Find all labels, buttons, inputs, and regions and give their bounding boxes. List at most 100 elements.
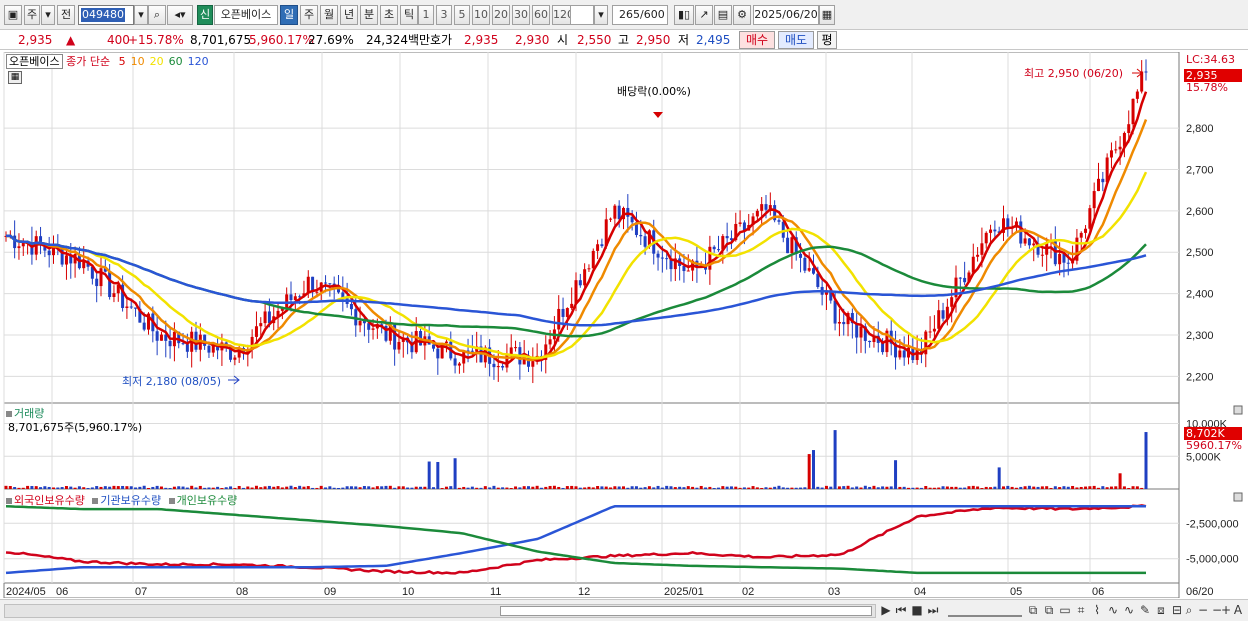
volume-bar bbox=[1097, 487, 1100, 489]
chevron-down-icon[interactable]: ▾ bbox=[41, 5, 55, 25]
interval-button-3[interactable]: 3 bbox=[436, 5, 452, 25]
candle-body bbox=[470, 350, 474, 352]
magnifier-icon[interactable]: ⌕ bbox=[1182, 603, 1196, 619]
buy-button[interactable]: 매수 bbox=[739, 31, 775, 49]
candle-body bbox=[1109, 150, 1113, 158]
new-badge[interactable]: 신 bbox=[197, 5, 213, 25]
volume-bar bbox=[90, 487, 94, 489]
volume-bar bbox=[850, 487, 854, 489]
zoom-out-icon[interactable]: − bbox=[1196, 603, 1210, 619]
price-panel-name[interactable]: 오픈베이스 bbox=[6, 54, 63, 69]
volume-bar bbox=[198, 485, 202, 489]
volume-bar bbox=[151, 486, 155, 489]
tool-icon-7[interactable]: ∿ bbox=[1122, 603, 1136, 619]
draw-icon[interactable]: ↗ bbox=[695, 5, 713, 25]
volume-bar bbox=[902, 486, 906, 489]
candle-body bbox=[289, 294, 293, 300]
sell-button[interactable]: 매도 bbox=[778, 31, 814, 49]
volume-bar bbox=[695, 487, 699, 489]
volume-bar bbox=[1071, 485, 1075, 489]
volume-bar bbox=[1114, 486, 1118, 489]
tool-icon-5[interactable]: ⌇ bbox=[1090, 603, 1104, 619]
tool-icon-8[interactable]: ✎ bbox=[1138, 603, 1152, 619]
tool-icon-4[interactable]: ⌗ bbox=[1074, 603, 1088, 619]
volume-bar bbox=[989, 487, 993, 489]
eval-button[interactable]: 평 bbox=[817, 31, 837, 49]
candle-body bbox=[799, 253, 803, 258]
search-icon[interactable]: ⌕ bbox=[148, 5, 166, 25]
candle-body bbox=[760, 204, 764, 211]
candle-body bbox=[984, 232, 988, 244]
period-tab-2[interactable]: 월 bbox=[320, 5, 338, 25]
volume-bar bbox=[570, 485, 574, 489]
window-icon[interactable]: ▣ bbox=[4, 5, 22, 25]
period-tab-5[interactable]: 초 bbox=[380, 5, 398, 25]
volume-bar bbox=[514, 486, 518, 489]
x-axis-label: 06 bbox=[56, 586, 68, 598]
candle-body bbox=[1144, 71, 1148, 73]
volume-bar bbox=[604, 486, 608, 489]
calendar-icon[interactable]: ▦ bbox=[819, 5, 835, 25]
interval-button-20[interactable]: 20 bbox=[492, 5, 510, 25]
zoom-slider[interactable] bbox=[948, 605, 1022, 617]
zoom-in-icon[interactable]: + bbox=[1220, 603, 1232, 619]
volume-bar bbox=[993, 486, 997, 489]
horizontal-scrollbar[interactable] bbox=[4, 604, 876, 618]
volume-bar bbox=[1075, 487, 1079, 489]
stock-chart[interactable]: 2,800 2,700 2,600 2,500 2,400 2,300 2,200 10,00… bbox=[0, 52, 1248, 598]
x-axis-frame bbox=[3, 582, 1180, 598]
quote-bar: 2,935 ▲ 400 +15.78% 8,701,675 5,960.17% … bbox=[0, 30, 1248, 50]
candle-body bbox=[803, 257, 807, 271]
candle-icon[interactable]: ▮▯ bbox=[674, 5, 694, 25]
tool-icon-1[interactable]: ⧉ bbox=[1026, 603, 1040, 619]
interval-button-60[interactable]: 60 bbox=[532, 5, 550, 25]
interval-button-1[interactable]: 1 bbox=[418, 5, 434, 25]
forward-icon[interactable]: ⏭ bbox=[926, 603, 940, 619]
speaker-icon[interactable]: ◂▾ bbox=[167, 5, 193, 25]
volume-bar bbox=[397, 486, 401, 489]
up-arrow-icon: ▲ bbox=[66, 33, 76, 47]
scroll-right-icon[interactable]: ▶ bbox=[880, 603, 892, 619]
volume-bar bbox=[414, 486, 418, 489]
volume-bar bbox=[963, 487, 967, 489]
tool-icon-2[interactable]: ⧉ bbox=[1042, 603, 1056, 619]
scrollbar-thumb[interactable] bbox=[500, 606, 872, 616]
table-icon[interactable]: ▦ bbox=[8, 71, 22, 84]
period-tab-0[interactable]: 일 bbox=[280, 5, 298, 25]
interval-button-10[interactable]: 10 bbox=[472, 5, 490, 25]
interval-button-30[interactable]: 30 bbox=[512, 5, 530, 25]
date-input[interactable]: 2025/06/20 bbox=[753, 5, 819, 25]
period-tab-6[interactable]: 틱 bbox=[400, 5, 418, 25]
market-select[interactable]: 주 bbox=[24, 5, 40, 25]
volume-bar bbox=[565, 486, 569, 489]
save-icon[interactable]: ▤ bbox=[714, 5, 732, 25]
period-tab-3[interactable]: 년 bbox=[340, 5, 358, 25]
tool-icon-9[interactable]: ⧈ bbox=[1154, 603, 1168, 619]
tool-icon-6[interactable]: ∿ bbox=[1106, 603, 1120, 619]
candle-body bbox=[64, 255, 68, 265]
stock-code-input[interactable]: 049480 bbox=[78, 5, 134, 25]
period-tab-4[interactable]: 분 bbox=[360, 5, 378, 25]
volume: 8,701,675 bbox=[190, 33, 252, 47]
interval-input[interactable] bbox=[570, 5, 594, 25]
font-size-icon[interactable]: A bbox=[1232, 603, 1244, 619]
volume-bar bbox=[596, 486, 600, 489]
interval-button-5[interactable]: 5 bbox=[454, 5, 470, 25]
stop-icon[interactable]: ■ bbox=[911, 603, 923, 619]
prev-button[interactable]: 전 bbox=[57, 5, 75, 25]
interval-button-120[interactable]: 120 bbox=[552, 5, 574, 25]
tool-icon-3[interactable]: ▭ bbox=[1058, 603, 1072, 619]
code-dropdown-icon[interactable]: ▾ bbox=[134, 5, 148, 25]
period-tab-1[interactable]: 주 bbox=[300, 5, 318, 25]
count-input[interactable]: 265/600 bbox=[612, 5, 668, 25]
candle-body bbox=[432, 344, 435, 349]
x-axis-label: 10 bbox=[402, 586, 414, 598]
interval-dropdown-icon[interactable]: ▾ bbox=[594, 5, 608, 25]
count-max: /600 bbox=[640, 8, 665, 21]
volume-bar bbox=[177, 486, 181, 489]
volume-bar bbox=[362, 486, 366, 489]
volume-bar bbox=[306, 486, 310, 489]
gear-icon[interactable]: ⚙ bbox=[733, 5, 751, 25]
volume-bar bbox=[142, 485, 146, 489]
rewind-icon[interactable]: ⏮ bbox=[894, 603, 908, 619]
